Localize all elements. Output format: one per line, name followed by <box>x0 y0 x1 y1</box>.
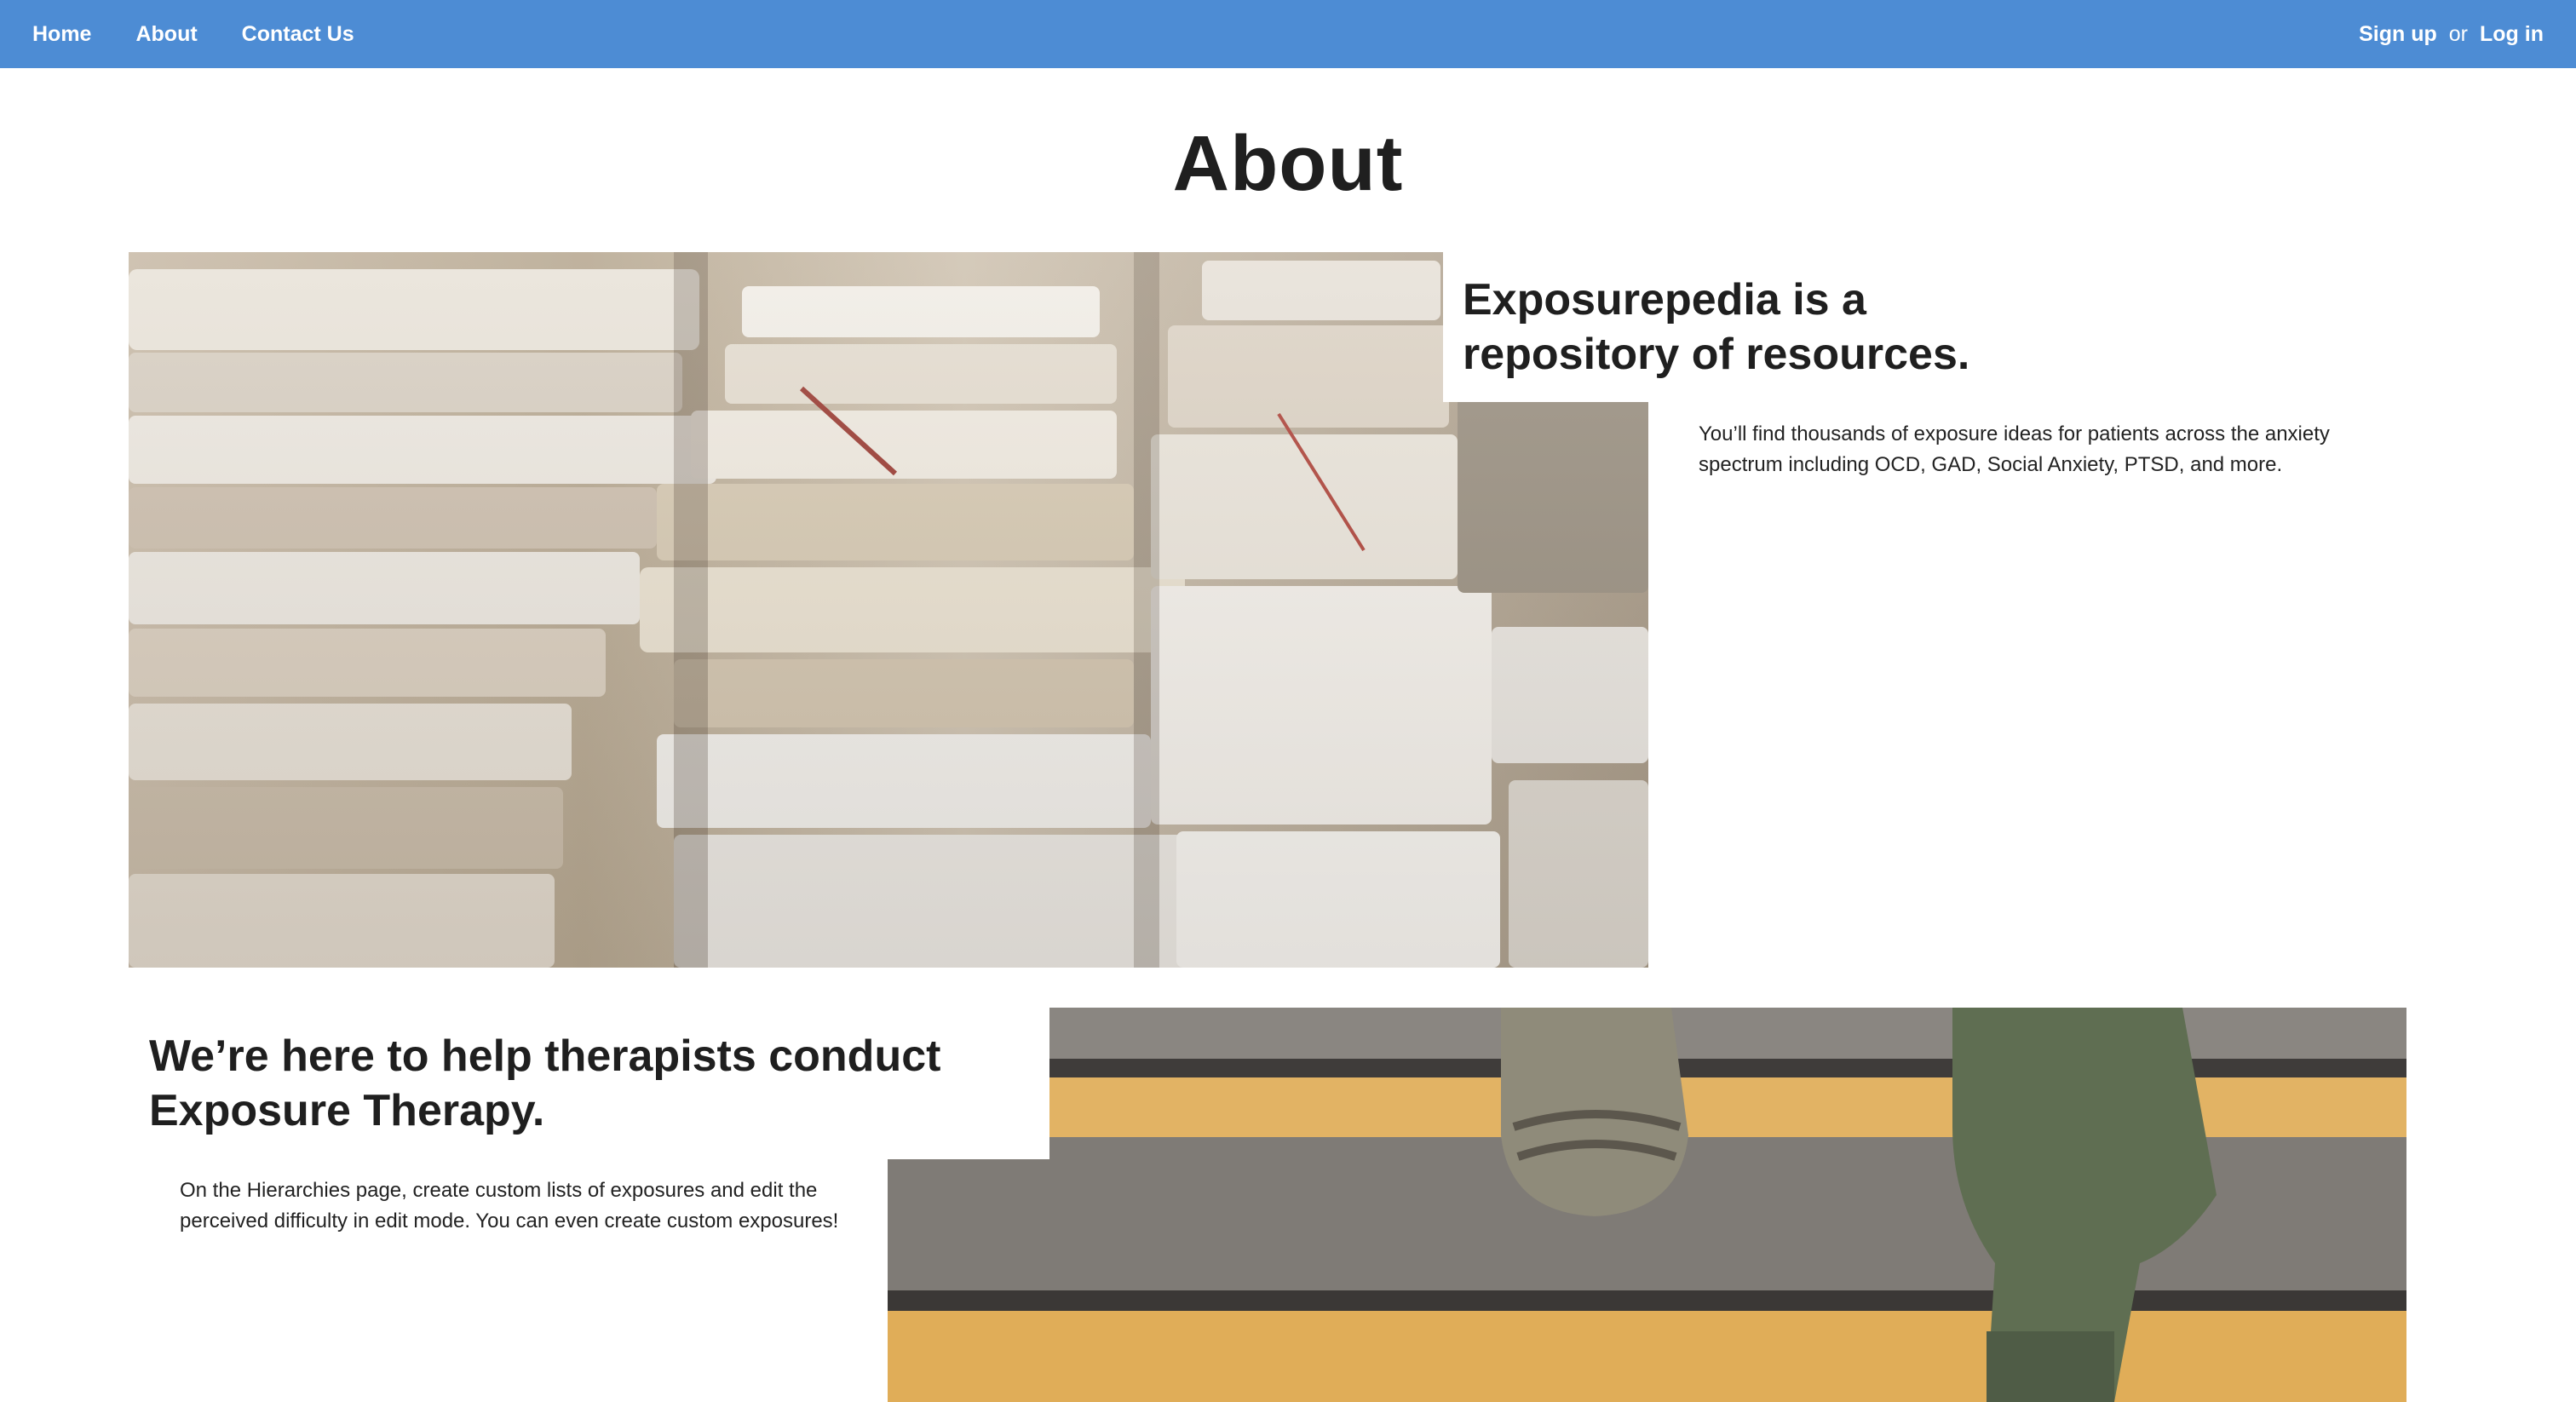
section2-body: On the Hierarchies page, create custom l… <box>180 1179 839 1232</box>
page-title: About <box>1172 120 1404 207</box>
nav-auth: Sign up or Log in <box>2359 22 2544 47</box>
books-photo-overlay <box>129 252 1648 968</box>
nav-or-separator: or <box>2448 21 2469 46</box>
nav-left: Home About Contact Us <box>32 22 399 47</box>
stairs-illustration <box>888 1008 2406 1402</box>
nav-home-link[interactable]: Home <box>32 22 91 47</box>
section1-body: You’ll find thousands of exposure ideas … <box>1699 422 2330 476</box>
signup-link[interactable]: Sign up <box>2359 22 2437 47</box>
stairs-photo <box>888 1008 2406 1402</box>
login-link[interactable]: Log in <box>2480 22 2544 47</box>
books-photo <box>129 252 1648 968</box>
nav-about-link[interactable]: About <box>135 22 197 47</box>
section1-heading: Exposurepedia is a repository of resourc… <box>1463 275 1970 379</box>
top-navbar: Home About Contact Us Sign up or Log in <box>0 0 2576 68</box>
nav-contact-link[interactable]: Contact Us <box>242 22 354 47</box>
section2-heading: We’re here to help therapists conduct Ex… <box>149 1031 941 1135</box>
